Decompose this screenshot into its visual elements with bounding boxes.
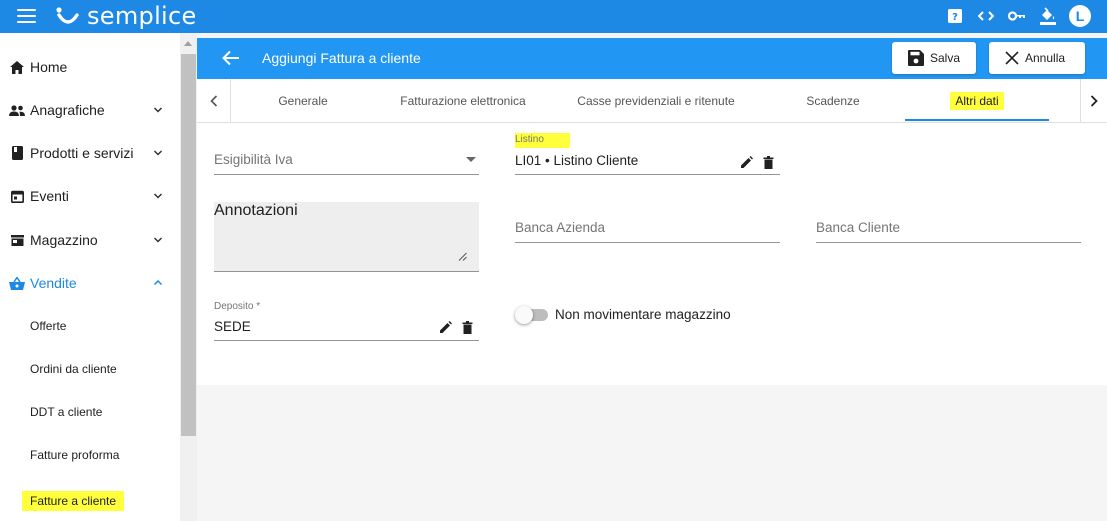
tab-fatturazione-elettronica[interactable]: Fatturazione elettronica xyxy=(375,79,551,123)
sidebar-item-label: Home xyxy=(30,59,68,75)
deposito-value: SEDE xyxy=(214,319,251,334)
edit-pencil-icon[interactable] xyxy=(439,321,452,334)
sidebar-subitem-offerte[interactable]: Offerte xyxy=(30,319,66,333)
sidebar-item-anagrafiche[interactable]: Anagrafiche xyxy=(0,90,180,130)
chevron-up-icon xyxy=(153,279,163,286)
chevron-down-icon xyxy=(153,193,163,199)
sidebar-subitem-ddt[interactable]: DDT a cliente xyxy=(30,405,102,419)
svg-text:?: ? xyxy=(952,12,958,23)
people-icon xyxy=(9,102,25,118)
basket-icon xyxy=(9,275,25,291)
sidebar-item-eventi[interactable]: Eventi xyxy=(0,176,180,216)
tab-bar: Generale Fatturazione elettronica Casse … xyxy=(197,79,1107,123)
tab-altri-dati[interactable]: Altri dati xyxy=(905,79,1049,123)
back-arrow-icon[interactable] xyxy=(222,50,240,66)
app-name: semplice xyxy=(87,2,197,30)
field-underline xyxy=(515,242,780,243)
sidebar-item-prodotti[interactable]: Prodotti e servizi xyxy=(0,133,180,173)
close-icon xyxy=(1005,51,1019,65)
delete-trash-icon[interactable] xyxy=(762,156,775,169)
paint-bucket-icon[interactable] xyxy=(1032,4,1063,28)
menu-icon[interactable] xyxy=(17,9,36,23)
edit-pencil-icon[interactable] xyxy=(740,156,753,169)
toggle-knob xyxy=(515,306,533,324)
sidebar-item-home[interactable]: Home xyxy=(0,47,180,87)
home-icon xyxy=(9,59,25,75)
sidebar-item-label: Vendite xyxy=(30,275,77,291)
tabs-scroll-left[interactable] xyxy=(197,79,231,123)
non-movimentare-label: Non movimentare magazzino xyxy=(555,307,731,322)
help-icon[interactable]: ? xyxy=(939,4,970,28)
sidebar-item-label: Prodotti e servizi xyxy=(30,145,134,161)
cancel-button-label: Annulla xyxy=(1025,51,1066,65)
dropdown-arrow-icon xyxy=(466,157,476,162)
listino-field[interactable]: Listino LI01 • Listino Cliente xyxy=(515,131,780,175)
book-icon xyxy=(9,145,25,161)
tab-altri-dati-label: Altri dati xyxy=(950,92,1004,110)
chevron-down-icon xyxy=(153,237,163,243)
resize-handle-icon[interactable] xyxy=(458,252,467,261)
non-movimentare-toggle[interactable] xyxy=(515,306,548,324)
chevron-left-icon xyxy=(209,95,217,107)
sidebar-item-label: Anagrafiche xyxy=(30,102,105,118)
app-logo[interactable]: semplice xyxy=(55,2,197,30)
cancel-button[interactable]: Annulla xyxy=(989,42,1085,74)
sidebar-scrollbar[interactable] xyxy=(180,33,197,521)
key-icon[interactable] xyxy=(1001,4,1032,28)
deposito-label: Deposito * xyxy=(214,301,261,312)
floppy-disk-icon xyxy=(908,50,924,66)
field-underline xyxy=(214,174,479,175)
annotazioni-placeholder: Annotazioni xyxy=(214,202,298,219)
active-tab-indicator xyxy=(905,119,1049,121)
banca-azienda-field[interactable]: Banca Azienda xyxy=(515,211,780,243)
deposito-field[interactable]: Deposito * SEDE xyxy=(214,298,479,341)
esigibilita-iva-placeholder: Esigibilità Iva xyxy=(214,152,293,167)
semplice-logo-icon xyxy=(56,7,79,24)
chevron-down-icon xyxy=(153,150,163,156)
sidebar: Home Anagrafiche Prodotti e servizi Even… xyxy=(0,33,180,521)
calendar-icon xyxy=(9,188,25,204)
page-header: Aggiungi Fattura a cliente Salva Annulla xyxy=(197,38,1107,79)
scroll-up-arrow-icon[interactable] xyxy=(184,41,192,46)
page-title: Aggiungi Fattura a cliente xyxy=(262,50,421,66)
esigibilita-iva-select[interactable]: Esigibilità Iva xyxy=(214,143,479,175)
save-button-label: Salva xyxy=(930,51,961,65)
sidebar-subitem-proforma[interactable]: Fatture proforma xyxy=(30,448,119,462)
sidebar-item-label: Eventi xyxy=(30,188,69,204)
save-button[interactable]: Salva xyxy=(892,42,976,74)
banca-azienda-placeholder: Banca Azienda xyxy=(515,220,606,235)
banca-cliente-field[interactable]: Banca Cliente xyxy=(816,211,1081,243)
listino-value: LI01 • Listino Cliente xyxy=(515,153,639,168)
warehouse-icon xyxy=(9,232,25,248)
banca-cliente-placeholder: Banca Cliente xyxy=(816,220,901,235)
top-bar: semplice ? L xyxy=(0,0,1107,33)
sidebar-item-vendite[interactable]: Vendite xyxy=(0,263,180,303)
chevron-right-icon xyxy=(1090,95,1098,107)
tab-generale[interactable]: Generale xyxy=(231,79,375,123)
tabs-scroll-right[interactable] xyxy=(1080,79,1107,123)
tab-casse-previdenziali[interactable]: Casse previdenziali e ritenute xyxy=(551,79,761,123)
form-content: Esigibilità Iva Listino LI01 • Listino C… xyxy=(197,123,1107,385)
field-underline xyxy=(214,340,479,341)
delete-trash-icon[interactable] xyxy=(461,321,474,334)
field-underline xyxy=(816,242,1081,243)
field-underline xyxy=(515,174,780,175)
sidebar-item-magazzino[interactable]: Magazzino xyxy=(0,220,180,260)
listino-label: Listino xyxy=(515,133,570,148)
sidebar-subitem-fatture-cliente[interactable]: Fatture a cliente xyxy=(22,491,125,511)
tab-scadenze[interactable]: Scadenze xyxy=(761,79,905,123)
code-icon[interactable] xyxy=(970,4,1001,28)
scroll-thumb[interactable] xyxy=(181,54,196,436)
sidebar-item-label: Magazzino xyxy=(30,232,98,248)
sidebar-subitem-ordini[interactable]: Ordini da cliente xyxy=(30,362,117,376)
chevron-down-icon xyxy=(153,107,163,113)
user-avatar[interactable]: L xyxy=(1069,5,1091,27)
annotazioni-textarea[interactable]: Annotazioni xyxy=(214,202,479,272)
